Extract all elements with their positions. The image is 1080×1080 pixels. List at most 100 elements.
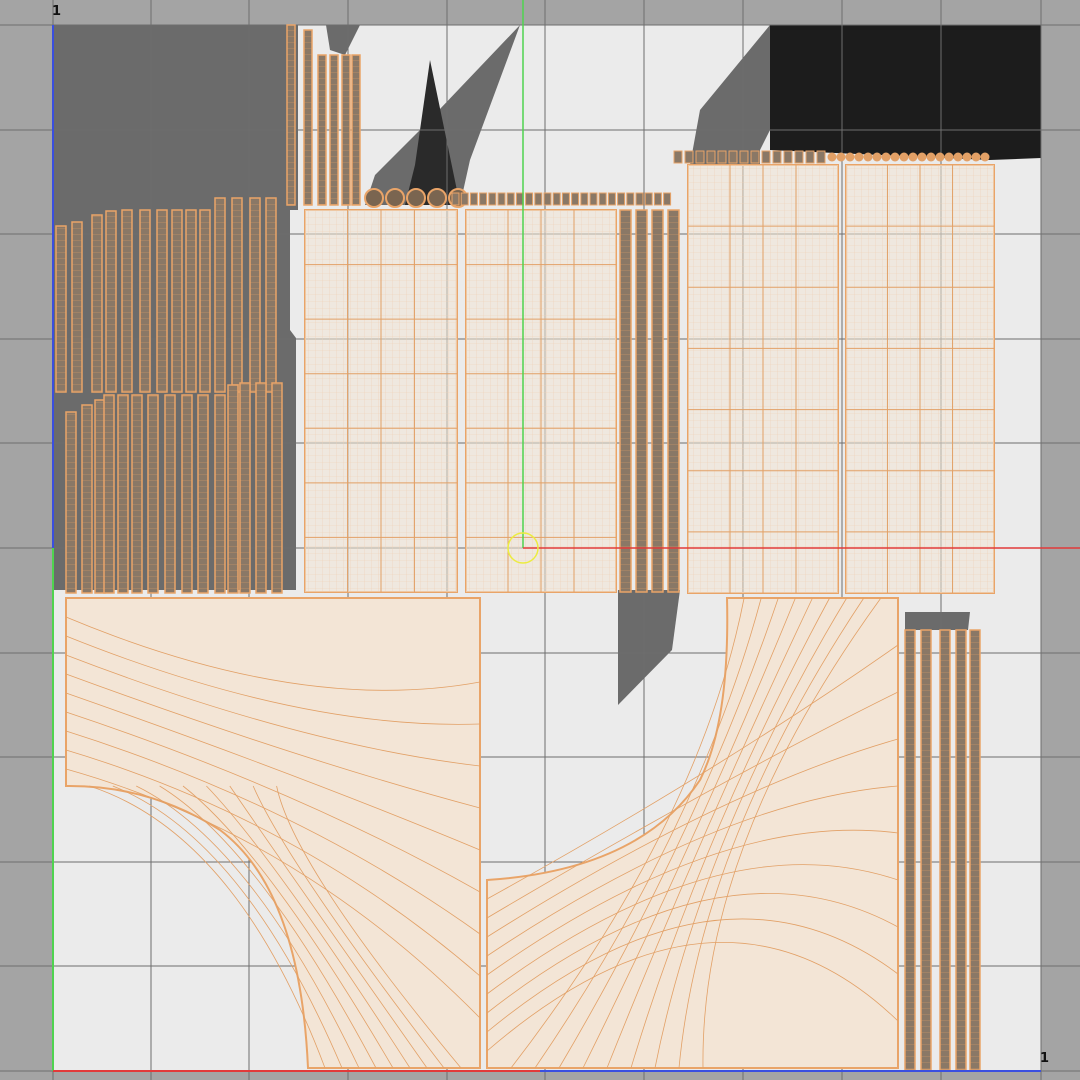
uv-island-chip[interactable] [794,150,804,164]
uv-island-strip[interactable] [199,209,211,393]
uv-island-chip[interactable] [607,192,616,206]
uv-island-chip[interactable] [552,192,561,206]
uv-island-chip[interactable] [460,192,469,206]
uv-island-chip[interactable] [451,192,460,206]
uv-island-strip[interactable] [329,54,339,206]
uv-island-strip[interactable] [286,24,296,206]
uv-island-strip[interactable] [214,394,226,594]
uv-island-chip[interactable] [684,150,694,164]
uv-island-strip[interactable] [303,29,313,206]
uv-island-strip[interactable] [105,210,117,393]
uv-island-strip[interactable] [341,54,351,206]
uv-island-strip[interactable] [635,209,648,593]
uv-island-chip-round[interactable] [836,152,846,162]
uv-island-strip[interactable] [249,197,261,393]
uv-editor-viewport[interactable] [0,0,1080,1080]
uv-island-chip[interactable] [695,150,705,164]
uv-island-strip[interactable] [103,394,115,594]
uv-island-chip[interactable] [589,192,598,206]
uv-island-strip[interactable] [255,382,267,594]
uv-island-strip[interactable] [117,394,129,594]
uv-island-strip[interactable] [920,629,932,1071]
uv-island-strip[interactable] [71,221,83,393]
uv-island-chip[interactable] [772,150,782,164]
uv-island-strip[interactable] [955,629,967,1071]
uv-island-strip[interactable] [904,629,916,1071]
uv-island-chip-round[interactable] [890,152,900,162]
uv-island-strip[interactable] [55,225,67,393]
uv-island-chip[interactable] [717,150,727,164]
uv-island-chip[interactable] [805,150,815,164]
uv-island-strip[interactable] [265,197,277,393]
uv-island-strip[interactable] [271,382,283,594]
uv-island-chip-round[interactable] [827,152,837,162]
uv-island-chip-round[interactable] [980,152,990,162]
uv-island-chip-round[interactable] [944,152,954,162]
uv-island-strip[interactable] [164,394,176,594]
uv-island-chip-round[interactable] [971,152,981,162]
uv-island-chip[interactable] [644,192,653,206]
uv-island-strip[interactable] [65,411,77,594]
uv-island-chip[interactable] [626,192,635,206]
uv-island-chip[interactable] [598,192,607,206]
uv-island-strip[interactable] [667,209,680,593]
uv-island-chip-round[interactable] [845,152,855,162]
uv-island-chip[interactable] [488,192,497,206]
uv-island-chip-round[interactable] [917,152,927,162]
uv-island-chip[interactable] [525,192,534,206]
uv-island-chip[interactable] [571,192,580,206]
uv-island-chip-round[interactable] [908,152,918,162]
uv-island-strip[interactable] [939,629,951,1071]
uv-island-chip[interactable] [750,150,760,164]
uv-island-chip-round[interactable] [863,152,873,162]
uv-island-chip[interactable] [580,192,589,206]
uv-island-chip[interactable] [497,192,506,206]
uv-island-strip[interactable] [147,394,159,594]
uv-island-chip[interactable] [673,150,683,164]
uv-island-strip[interactable] [171,209,183,393]
uv-island-chip[interactable] [653,192,662,206]
uv-island-chip-round[interactable] [881,152,891,162]
uv-island-strip[interactable] [91,214,103,393]
uv-island-chip-round[interactable] [953,152,963,162]
uv-island-chip-round[interactable] [962,152,972,162]
uv-island-chip-round[interactable] [385,188,405,208]
uv-island-chip-round[interactable] [427,188,447,208]
uv-island-strip[interactable] [214,197,226,393]
uv-island-strip[interactable] [197,394,209,594]
uv-island-strip[interactable] [185,209,197,393]
uv-island-chip-round[interactable] [364,188,384,208]
uv-island-chip[interactable] [479,192,488,206]
uv-island-chip[interactable] [635,192,644,206]
uv-island-strip[interactable] [969,629,981,1071]
uv-island-strip[interactable] [139,209,151,393]
uv-island-chip[interactable] [761,150,771,164]
uv-island-chip[interactable] [543,192,552,206]
uv-island-chip[interactable] [783,150,793,164]
uv-island-strip[interactable] [317,54,327,206]
uv-island-chip-round[interactable] [872,152,882,162]
uv-island-chip[interactable] [739,150,749,164]
uv-island-strip[interactable] [231,197,243,393]
uv-island-strip[interactable] [619,209,632,593]
uv-island-chip-round[interactable] [406,188,426,208]
uv-island-chip-round[interactable] [854,152,864,162]
uv-island-chip[interactable] [534,192,543,206]
uv-island-strip[interactable] [351,54,361,206]
uv-island-chip[interactable] [561,192,570,206]
uv-island-strip[interactable] [227,384,239,594]
uv-island-strip[interactable] [81,404,93,594]
uv-island-chip-round[interactable] [935,152,945,162]
uv-island-chip[interactable] [663,192,672,206]
uv-island-strip[interactable] [181,394,193,594]
uv-island-strip[interactable] [156,209,168,393]
uv-island-strip[interactable] [651,209,664,593]
uv-island-chip[interactable] [816,150,826,164]
uv-island-chip[interactable] [617,192,626,206]
uv-island-strip[interactable] [239,382,251,594]
uv-island-chip[interactable] [728,150,738,164]
uv-island-chip-round[interactable] [926,152,936,162]
uv-island-chip[interactable] [506,192,515,206]
uv-island-strip[interactable] [131,394,143,594]
uv-island-chip[interactable] [706,150,716,164]
